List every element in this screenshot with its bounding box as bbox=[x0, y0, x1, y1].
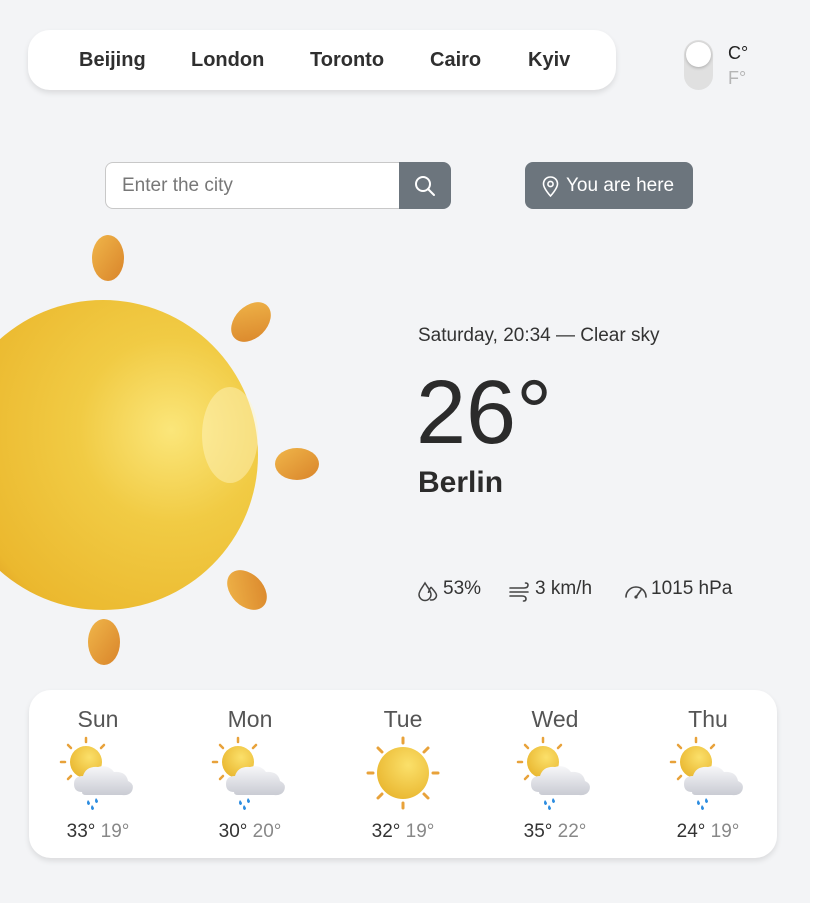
location-button-label: You are here bbox=[566, 175, 675, 196]
humidity-icon bbox=[418, 581, 438, 602]
humidity-value: 53% bbox=[443, 578, 482, 599]
forecast-min: 20° bbox=[252, 821, 282, 842]
forecast-day: Tue 32° 19° bbox=[338, 690, 468, 858]
city-button-london[interactable]: London bbox=[191, 30, 264, 90]
forecast-min: 19° bbox=[100, 821, 130, 842]
city-bar: Beijing London Toronto Cairo Kyiv bbox=[28, 30, 616, 90]
current-city: Berlin bbox=[418, 466, 504, 499]
forecast-temps: 32° 19° bbox=[338, 821, 468, 843]
forecast-day-name: Thu bbox=[688, 706, 728, 732]
city-button-kyiv[interactable]: Kyiv bbox=[528, 30, 570, 90]
humidity-stat: 53% bbox=[417, 578, 487, 602]
city-button-cairo[interactable]: Cairo bbox=[430, 30, 481, 90]
forecast-day: Thu 24° 19° bbox=[643, 690, 773, 858]
forecast-day-name: Wed bbox=[531, 706, 579, 732]
forecast-day-name: Tue bbox=[383, 706, 423, 732]
forecast-min: 19° bbox=[405, 821, 435, 842]
forecast-max: 24° bbox=[676, 821, 706, 842]
sun-cloud-rain-icon bbox=[515, 736, 595, 812]
current-temperature: 26° bbox=[416, 363, 553, 463]
sun-cloud-rain-icon bbox=[668, 736, 748, 812]
location-pin-icon bbox=[542, 176, 559, 197]
forecast-day: Mon 30° 20° bbox=[185, 690, 315, 858]
forecast-day-name: Mon bbox=[227, 706, 273, 732]
unit-toggle[interactable] bbox=[684, 40, 713, 90]
forecast-temps: 24° 19° bbox=[643, 821, 773, 843]
forecast-day: Sun 33° 19° bbox=[33, 690, 163, 858]
toggle-knob bbox=[686, 42, 711, 67]
current-datetime: Saturday, 20:34 — Clear sky bbox=[418, 325, 660, 346]
city-button-toronto[interactable]: Toronto bbox=[310, 30, 384, 90]
wind-icon bbox=[509, 582, 529, 602]
forecast-temps: 33° 19° bbox=[33, 821, 163, 843]
forecast-max: 35° bbox=[523, 821, 553, 842]
unit-celsius[interactable]: C° bbox=[728, 43, 748, 64]
pressure-value: 1015 hPa bbox=[651, 578, 733, 599]
forecast-min: 19° bbox=[710, 821, 740, 842]
pressure-stat: 1015 hPa bbox=[624, 578, 744, 602]
forecast-temps: 30° 20° bbox=[185, 821, 315, 843]
sun-icon bbox=[0, 235, 319, 665]
city-button-beijing[interactable]: Beijing bbox=[79, 30, 146, 90]
forecast-day: Wed 35° 22° bbox=[490, 690, 620, 858]
forecast-min: 22° bbox=[557, 821, 587, 842]
page-edge bbox=[810, 0, 814, 903]
forecast-panel: Sun 33° 19° Mon 30° 20° Tue 32° 19° Wed … bbox=[29, 690, 777, 858]
sun-cloud-rain-icon bbox=[210, 736, 290, 812]
search-icon bbox=[415, 176, 435, 196]
forecast-max: 33° bbox=[66, 821, 96, 842]
gauge-icon bbox=[625, 586, 647, 599]
forecast-day-name: Sun bbox=[77, 706, 119, 732]
city-search-input[interactable] bbox=[105, 162, 401, 209]
wind-value: 3 km/h bbox=[535, 578, 593, 599]
forecast-max: 32° bbox=[371, 821, 401, 842]
sun-icon bbox=[363, 736, 443, 812]
wind-stat: 3 km/h bbox=[508, 578, 603, 602]
forecast-max: 30° bbox=[218, 821, 248, 842]
unit-fahrenheit[interactable]: F° bbox=[728, 68, 746, 89]
search-button[interactable] bbox=[399, 162, 451, 209]
current-location-button[interactable]: You are here bbox=[525, 162, 693, 209]
forecast-temps: 35° 22° bbox=[490, 821, 620, 843]
sun-cloud-rain-icon bbox=[58, 736, 138, 812]
